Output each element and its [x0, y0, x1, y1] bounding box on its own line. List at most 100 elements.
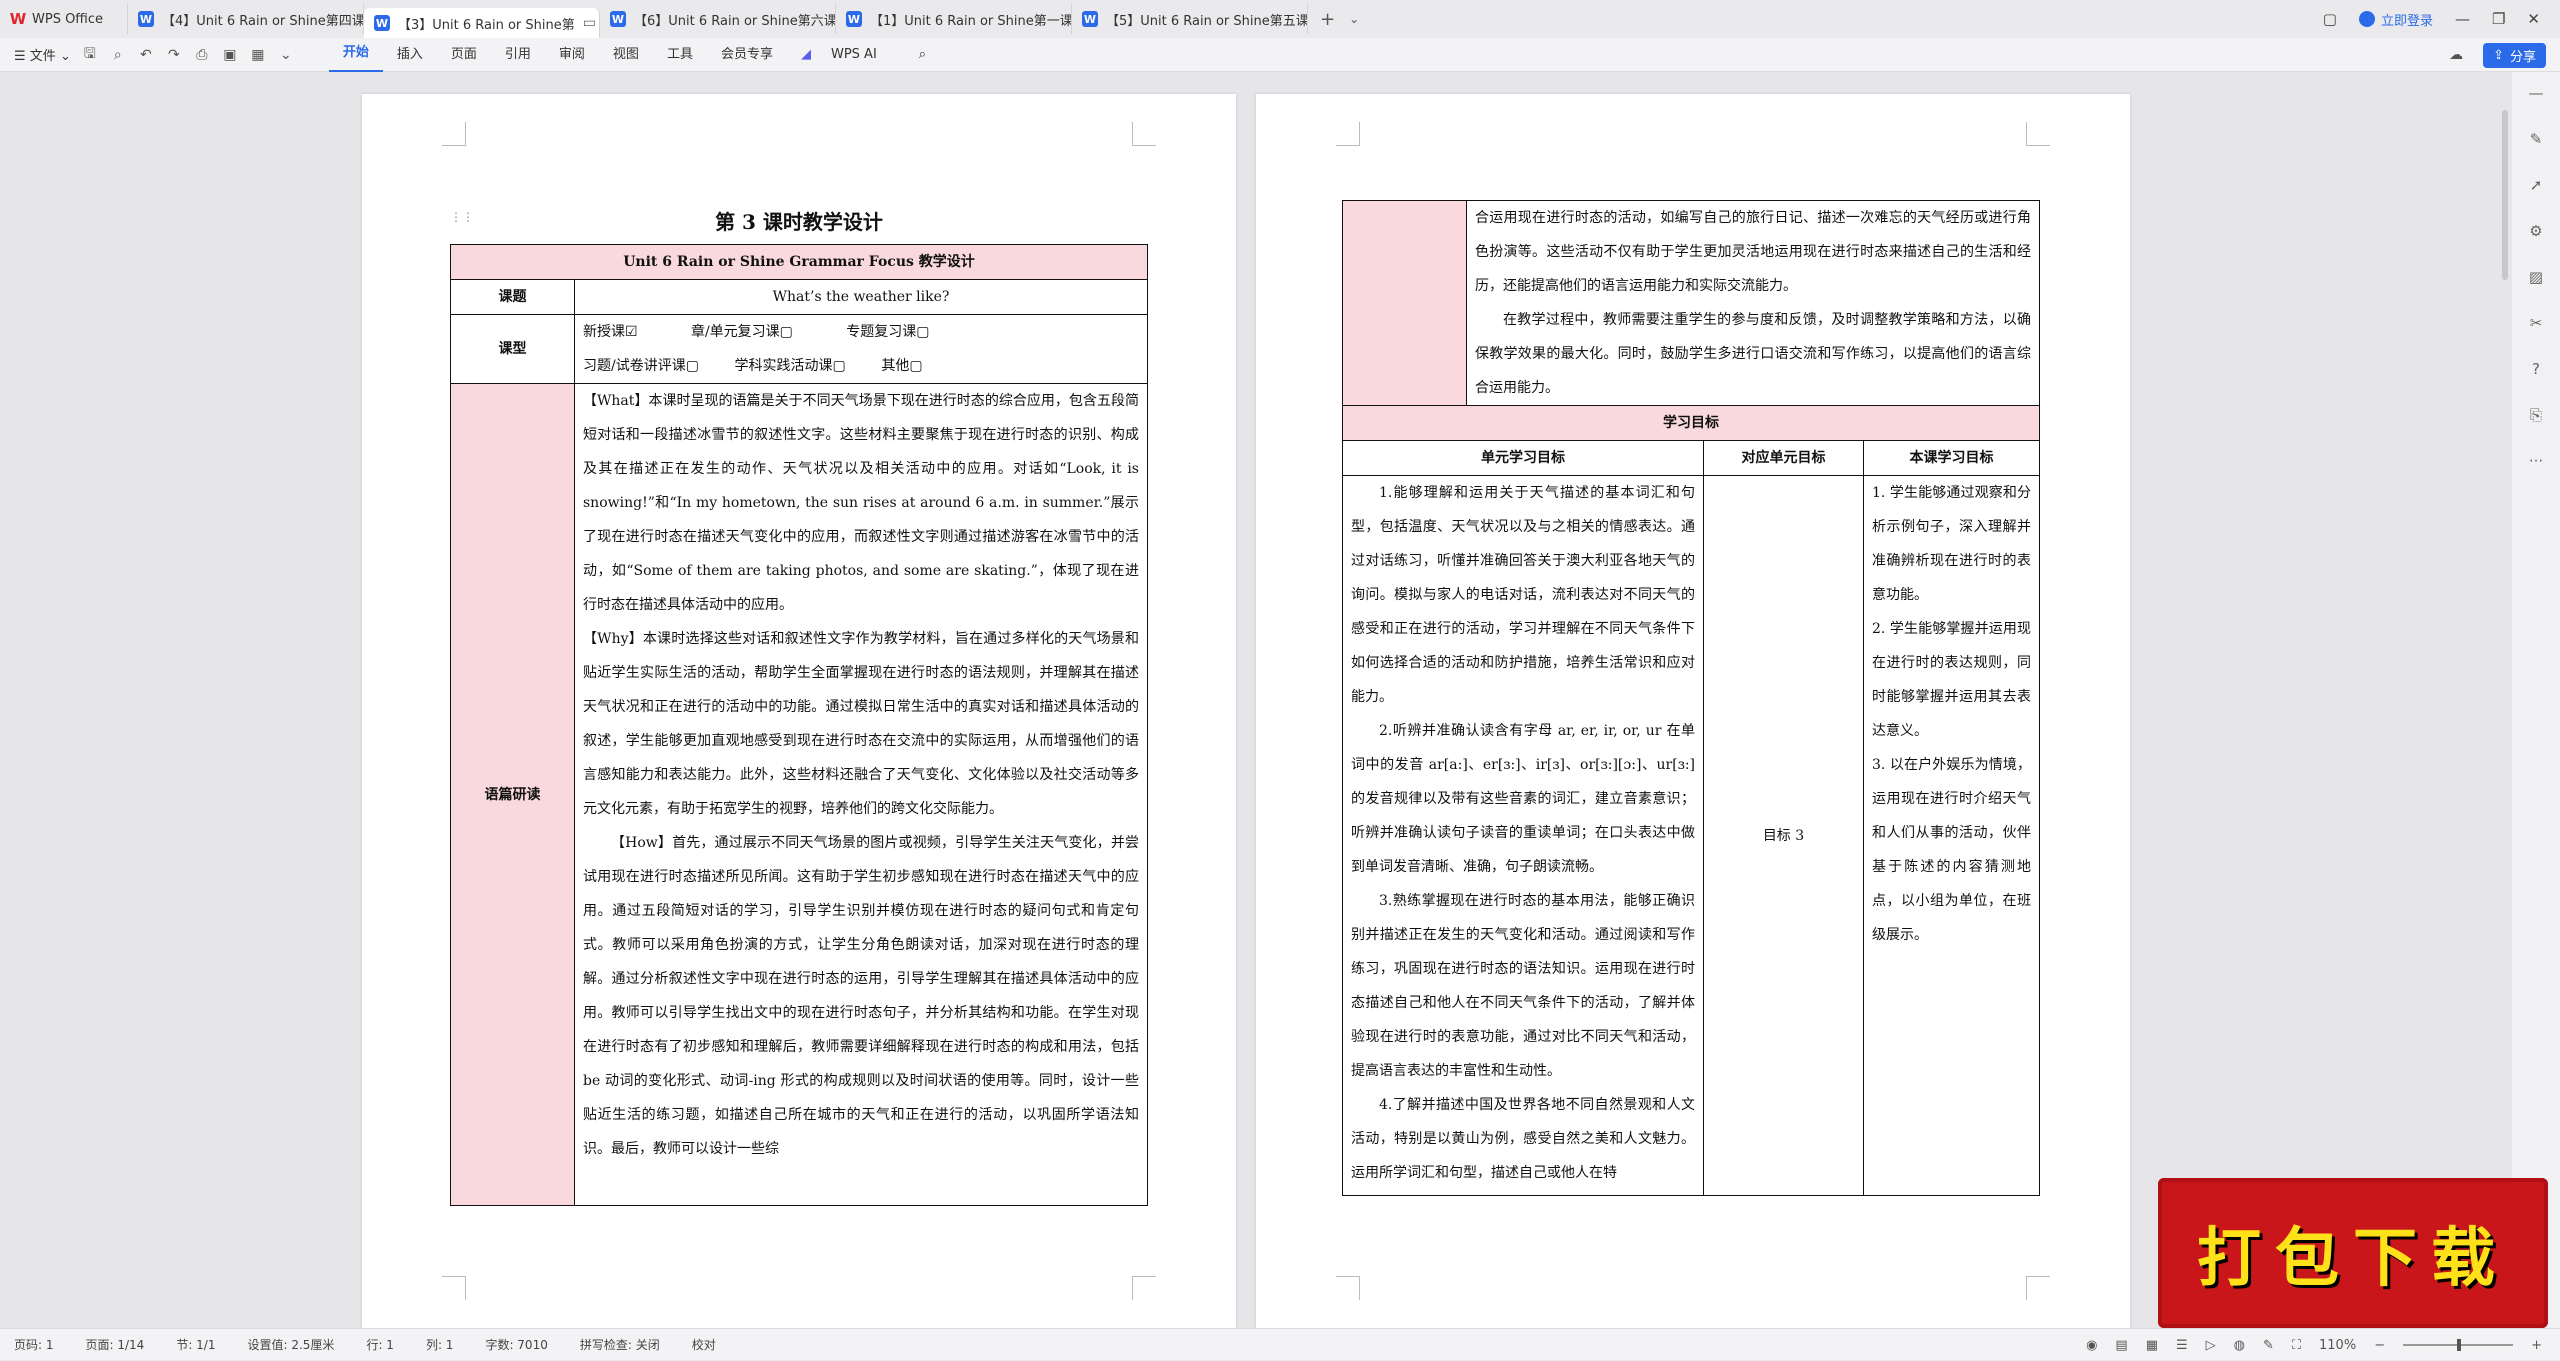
crop-mark [1132, 122, 1156, 146]
download-banner-text: 打包下载 [2197, 1221, 2509, 1296]
analysis-label: 语篇研读 [450, 383, 575, 1206]
col-number: 列: 1 [425, 1338, 454, 1352]
tab-document-5[interactable]: W 【5】Unit 6 Rain or Shine第五课时 [1072, 4, 1308, 34]
close-window-icon[interactable]: ✕ [2527, 10, 2540, 28]
right-sidebar: — ✎ ➚ ⚙ ▨ ✂ ? ⎘ ··· [2512, 72, 2560, 1328]
chevron-down-icon[interactable]: ⌄ [1349, 12, 1359, 26]
monitor-icon[interactable]: ▭ [583, 15, 596, 31]
avatar-icon [2358, 11, 2375, 27]
wps-ai-icon: ◢ [800, 46, 811, 62]
vertical-scrollbar[interactable] [2502, 110, 2508, 280]
share-icon: ⇪ [2493, 47, 2504, 63]
how-paragraph: 【How】首先，通过展示不同天气场景的图片或视频，引导学生关注天气变化，并尝试用… [583, 835, 1139, 1156]
save-icon[interactable]: 🖫 [81, 46, 99, 64]
format-icon[interactable]: ▦ [249, 46, 267, 64]
col-unit-goals: 单元学习目标 [1342, 440, 1704, 476]
more-icon[interactable]: ··· [2529, 452, 2543, 470]
word-doc-icon: W [610, 11, 626, 27]
fit-icon[interactable]: ⛶ [2292, 1338, 2301, 1353]
tab-document-6[interactable]: W 【6】Unit 6 Rain or Shine第六课时 [600, 4, 836, 34]
search-icon[interactable]: ⌕ [905, 38, 940, 72]
tab-document-4[interactable]: W 【4】Unit 6 Rain or Shine第四课时 [128, 4, 364, 34]
wps-logo-icon: W [9, 10, 27, 28]
type-options: 新授课☑ 章/单元复习课▢ 专题复习课▢ 习题/试卷讲评课▢ 学科实践活动课▢ 其… [574, 314, 1148, 384]
col-target: 对应单元目标 [1703, 440, 1864, 476]
section-count: 节: 1/1 [176, 1338, 216, 1352]
help-icon[interactable]: ? [2532, 360, 2540, 378]
menu-page[interactable]: 页面 [437, 38, 491, 72]
menu-references[interactable]: 引用 [491, 38, 545, 72]
image-icon[interactable]: ▨ [2529, 268, 2543, 286]
undo-icon[interactable]: ↶ [137, 46, 155, 64]
new-tab-icon[interactable]: + [1320, 9, 1335, 30]
redo-icon[interactable]: ↷ [165, 46, 183, 64]
menu-member[interactable]: 会员专享 [707, 38, 787, 72]
outline-icon[interactable]: ☰ [2176, 1338, 2188, 1353]
play-icon[interactable]: ▷ [2206, 1338, 2216, 1353]
tab-wps-office[interactable]: W WPS Office [0, 4, 128, 34]
menu-insert[interactable]: 插入 [383, 38, 437, 72]
share-doc-icon[interactable]: ⎘ [2530, 406, 2542, 424]
more-chevron-icon[interactable]: ⌄ [277, 46, 295, 64]
menu-view[interactable]: 视图 [599, 38, 653, 72]
word-doc-icon: W [1082, 11, 1098, 27]
cloud-icon[interactable]: ☁ [2447, 46, 2465, 64]
crop-mark [2026, 122, 2050, 146]
export-pdf-icon[interactable]: ▣ [221, 46, 239, 64]
restore-icon[interactable]: ❐ [2492, 10, 2505, 28]
lesson-design-table: Unit 6 Rain or Shine Grammar Focus 教学设计 … [450, 244, 1148, 1206]
table-header: Unit 6 Rain or Shine Grammar Focus 教学设计 [450, 244, 1148, 280]
page-code: 页码: 1 [14, 1338, 54, 1352]
document-canvas: ⋮⋮ 第 3 课时教学设计 Unit 6 Rain or Shine Gramm… [0, 72, 2560, 1328]
tab-document-3-active[interactable]: W【3】Unit 6 Rain or Shine第▭✕ [364, 8, 600, 38]
crop-mark [1336, 1276, 1360, 1300]
word-doc-icon: W [846, 11, 862, 27]
search-doc-icon[interactable]: ⌕ [109, 46, 127, 64]
setting-value: 设置值: 2.5厘米 [247, 1338, 335, 1352]
tablet-mode-icon[interactable]: ▢ [2323, 10, 2337, 28]
tools-icon[interactable]: ✂ [2530, 314, 2543, 332]
select-icon[interactable]: ➚ [2530, 176, 2543, 194]
file-menu[interactable]: ☰ 文件 ⌄ [14, 45, 71, 64]
topic-label: 课题 [450, 279, 575, 315]
globe-icon[interactable]: ◍ [2234, 1338, 2245, 1353]
word-count[interactable]: 字数: 7010 [485, 1336, 547, 1353]
zoom-slider[interactable] [2403, 1339, 2514, 1351]
spell-check[interactable]: 拼写检查: 关闭 [580, 1336, 660, 1353]
download-banner[interactable]: 打包下载 [2158, 1178, 2548, 1328]
login-button[interactable]: 立即登录 [2358, 10, 2433, 29]
crop-mark [1336, 122, 1360, 146]
menu-review[interactable]: 审阅 [545, 38, 599, 72]
continued-label-cell [1342, 200, 1467, 406]
menu-home[interactable]: 开始 [328, 38, 383, 72]
edit-icon[interactable]: ✎ [2530, 130, 2543, 148]
zoom-in-icon[interactable]: + [2531, 1338, 2542, 1353]
print-icon[interactable]: ⎙ [193, 46, 211, 64]
tab-document-1[interactable]: W 【1】Unit 6 Rain or Shine第一课时 [836, 4, 1072, 34]
collapse-icon[interactable]: — [2529, 84, 2544, 102]
menu-tools[interactable]: 工具 [653, 38, 707, 72]
page-title: 第 3 课时教学设计 [715, 210, 883, 234]
proofread[interactable]: 校对 [692, 1336, 716, 1353]
adjust-icon[interactable]: ⚙ [2529, 222, 2542, 240]
eye-icon[interactable]: ◉ [2086, 1338, 2097, 1353]
page-right: 合运用现在进行时态的活动，如编写自己的旅行日记、描述一次难忘的天气经历或进行角色… [1256, 94, 2130, 1328]
row-number: 行: 1 [366, 1338, 394, 1352]
page-count[interactable]: 页面: 1/14 [86, 1336, 145, 1353]
web-view-icon[interactable]: ▦ [2146, 1338, 2158, 1353]
zoom-level[interactable]: 110% [2319, 1338, 2356, 1353]
topic-value: What’s the weather like? [574, 279, 1148, 315]
type-label: 课型 [450, 314, 575, 384]
col-lesson-goals: 本课学习目标 [1863, 440, 2040, 476]
share-button[interactable]: ⇪ 分享 [2483, 42, 2546, 68]
zoom-out-icon[interactable]: − [2374, 1338, 2385, 1353]
tab-bar: W WPS Office W 【4】Unit 6 Rain or Shine第四课时… [0, 0, 2560, 38]
crop-mark [442, 1276, 466, 1300]
pen-icon[interactable]: ✎ [2263, 1338, 2274, 1353]
menu-wps-ai[interactable]: ◢ WPS AI [787, 38, 905, 72]
target-cell: 目标 3 [1703, 475, 1864, 1196]
minimize-icon[interactable]: — [2455, 10, 2470, 28]
lesson-goals-cell: 1. 学生能够通过观察和分析示例句子，深入理解并准确辨析现在进行时的表意功能。 … [1863, 475, 2040, 1196]
page-view-icon[interactable]: ▤ [2115, 1338, 2127, 1353]
ribbon-tabs: 开始 插入 页面 引用 审阅 视图 工具 会员专享 ◢ WPS AI ⌕ [328, 38, 940, 72]
